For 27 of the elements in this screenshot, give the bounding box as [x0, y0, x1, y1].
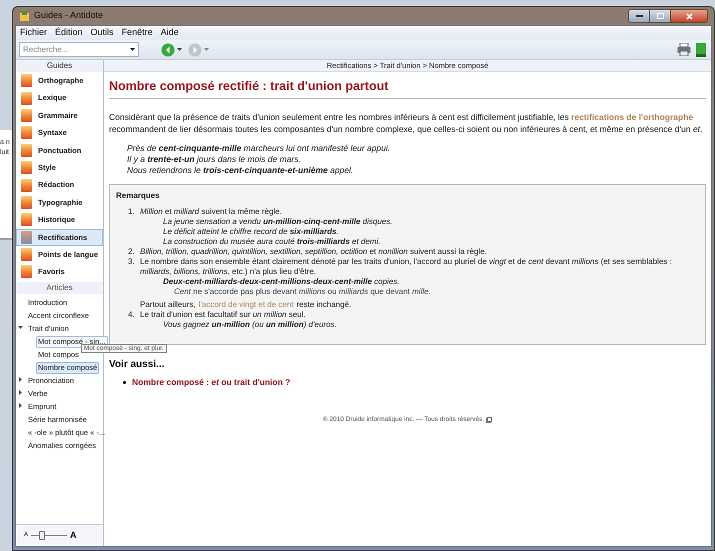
- example-sentence: Près de cent-cinquante-mille marcheurs lui ont manifesté leur appui.: [127, 143, 392, 154]
- intro-paragraph: Considérant que la présence de traits d'union seulement entre les nombres inférieurs à cent est difficilement justifiable, les rectifications de l'orthographe recommandent de lier désormais toutes les composantes d'un nombre complexe, que celles-ci soient ou non inférieures à cent, et même en présence d'un et.: [109, 111, 704, 135]
- list-number: 4.: [128, 310, 136, 320]
- list-number: 1.: [128, 207, 136, 217]
- example-sentence: Vous gagnez un-million (ou un million) d'euros.: [162, 320, 338, 330]
- remark-text: Le trait d'union est facultatif sur un million seul.: [140, 310, 306, 320]
- articles-header: Articles: [16, 282, 103, 294]
- list-number: 2.: [128, 247, 136, 257]
- remark-text: reste inchangé.: [296, 300, 352, 310]
- remark-text: Le nombre dans son ensemble étant clairement dénoté par les traits d'union, l'accord au pluriel de vingt et de cent devant millions (et ses semblables : milliards, billions, trillions, etc.) n'a plus lieu d'être.: [140, 257, 673, 277]
- page-title: Nombre composé rectifié : trait d'union partout: [109, 78, 706, 99]
- example-sentence: Nous retiendrons le trois-cent-cinquante-et-unième appel.: [127, 165, 354, 176]
- example-sentence: La construction du musée aura couté trois-milliards et demi.: [162, 237, 382, 247]
- guides-header: Guides: [16, 60, 103, 72]
- remark-text: Million et milliard suivent la même règle.: [140, 207, 282, 217]
- remark-text: Partout ailleurs,: [140, 300, 196, 310]
- remark-text: Billion, trillion, quadrillion, quintillion, sextillion, septillion, octillion et nonillion suivent aussi la règle.: [140, 247, 487, 257]
- note-text: Cent ne s'accorde pas plus devant millions ou milliards que devant mille.: [173, 287, 432, 297]
- remarks-title: Remarques: [116, 191, 161, 201]
- list-number: 3.: [128, 257, 136, 268]
- window-title: Guides - Antidote: [34, 9, 104, 22]
- example-sentence: Deux-cent-milliards-deux-cent-millions-deux-cent-mille copies.: [162, 277, 401, 287]
- example-sentence: La jeune sensation a vendu un-million-cinq-cent-mille disques.: [162, 217, 394, 227]
- example-sentence: Il y a trente-et-un jours dans le mois de mars.: [127, 154, 302, 165]
- see-also-heading: Voir aussi...: [109, 359, 164, 371]
- example-sentence: Le déficit atteint le chiffre record de six-milliards.: [162, 227, 340, 237]
- large-text-size-label: A: [70, 528, 77, 542]
